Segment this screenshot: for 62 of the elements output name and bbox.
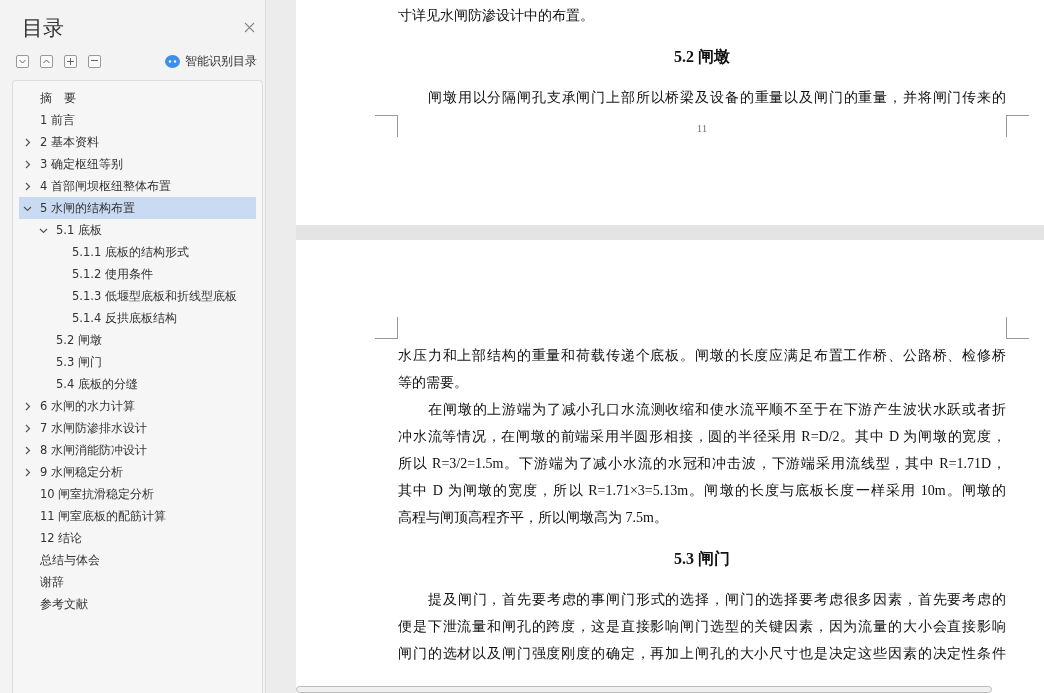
toc-item[interactable]: 1 前言 [19, 109, 256, 131]
chevron-right-icon[interactable] [23, 423, 32, 433]
toc-item[interactable]: 谢辞 [19, 571, 256, 593]
margin-corner-mark [375, 115, 398, 137]
toc-item[interactable]: 9 水闸稳定分析 [19, 461, 256, 483]
page-number: 11 [696, 122, 708, 134]
paragraph-line: 等的需要。 [398, 374, 469, 392]
margin-corner-mark [1006, 317, 1029, 339]
chevron-right-icon[interactable] [23, 445, 32, 455]
paragraph-line: 闸门的选材以及闸门强度刚度的确定，再加上闸孔的大小尺寸也是决定这些因素的决定性条件 [398, 645, 1006, 663]
toc-item[interactable]: 参考文献 [19, 593, 256, 615]
smart-toc-button[interactable]: 智能识别目录 [165, 52, 257, 70]
toc-item[interactable]: 11 闸室底板的配筋计算 [19, 505, 256, 527]
paragraph-line: 在闸墩的上游端为了减小孔口水流测收缩和使水流平顺不至于在下游产生波状水跃或者折 [427, 401, 1006, 419]
toc-item[interactable]: 5.1.1 底板的结构形式 [19, 241, 256, 263]
toc-item[interactable]: 5.3 闸门 [19, 351, 256, 373]
toc-item[interactable]: 5.1.3 低堰型底板和折线型底板 [19, 285, 256, 307]
robot-icon [165, 54, 180, 68]
toc-item[interactable]: 5.1 底板 [19, 219, 256, 241]
paragraph-line: 寸详见水闸防渗设计中的布置。 [398, 7, 595, 25]
toc-item[interactable]: 5.2 闸墩 [19, 329, 256, 351]
add-button[interactable] [64, 54, 77, 68]
chevron-right-icon[interactable] [23, 401, 32, 411]
remove-button[interactable] [88, 54, 101, 68]
toc-item[interactable]: 5 水闸的结构布置 [19, 197, 256, 219]
paragraph-line: 所以 R=3/2=1.5m。下游端为了减小水流的水冠和冲击波，下游端采用流线型，其中 R=1.71D， [398, 455, 1006, 473]
paragraph-line: 高程与闸顶高程齐平，所以闸墩高为 7.5m。 [398, 509, 669, 527]
toc-item[interactable]: 总结与体会 [19, 549, 256, 571]
horizontal-scrollbar[interactable] [296, 686, 992, 693]
chevron-right-icon[interactable] [23, 159, 32, 169]
paragraph-line: 冲水流等情况，在闸墩的前端采用半圆形相接，圆的半径采用 R=D/2。其中 D 为闸墩的宽度， [398, 428, 1006, 446]
paragraph-line: 水压力和上部结构的重量和荷载传递个底板。闸墩的长度应满足布置工作桥、公路桥、检修桥 [398, 347, 1006, 365]
toc-item[interactable]: 2 基本资料 [19, 131, 256, 153]
section-heading: 5.3 闸门 [673, 549, 731, 569]
collapse-all-button[interactable] [40, 54, 53, 68]
expand-all-button[interactable] [16, 54, 29, 68]
chevron-right-icon[interactable] [23, 467, 32, 477]
toc-item[interactable]: 5.1.2 使用条件 [19, 263, 256, 285]
toc-item[interactable]: 6 水闸的水力计算 [19, 395, 256, 417]
chevron-right-icon[interactable] [23, 181, 32, 191]
toc-item[interactable]: 10 闸室抗滑稳定分析 [19, 483, 256, 505]
close-icon [244, 22, 255, 33]
chevron-down-icon [19, 58, 26, 64]
toc-item[interactable]: 4 首部闸坝枢纽整体布置 [19, 175, 256, 197]
toc-item[interactable]: 8 水闸消能防冲设计 [19, 439, 256, 461]
plus-icon [67, 57, 74, 65]
margin-corner-mark [375, 317, 398, 339]
toc-item[interactable]: 12 结论 [19, 527, 256, 549]
chevron-up-icon [43, 58, 50, 64]
paragraph-line: 便是下泄流量和闸孔的跨度，这是直接影响闸门选型的关键因素，因为流量的大小会直接影响 [398, 618, 1006, 636]
toc-item[interactable]: 5.4 底板的分缝 [19, 373, 256, 395]
toc-item[interactable]: 摘 要 [19, 87, 256, 109]
section-heading: 5.2 闸墩 [673, 47, 731, 67]
paragraph-line: 提及闸门，首先要考虑的事闸门形式的选择，闸门的选择要考虑很多因素，首先要考虑的 [427, 591, 1006, 609]
paragraph-line: 闸墩用以分隔闸孔支承闸门上部所以桥梁及设备的重量以及闸门的重量，并将闸门传来的 [427, 89, 1006, 107]
toc-item[interactable]: 5.1.4 反拱底板结构 [19, 307, 256, 329]
panel-title: 目录 [22, 15, 64, 42]
margin-corner-mark [1006, 115, 1029, 137]
paragraph-line: 其中 D 为闸墩的宽度，所以 R=1.71×3=5.13m。闸墩的长度与底板长度一样采用 10m。闸墩的 [398, 482, 1006, 500]
toc-item[interactable]: 3 确定枢纽等别 [19, 153, 256, 175]
toc-item[interactable]: 7 水闸防渗排水设计 [19, 417, 256, 439]
chevron-right-icon[interactable] [23, 137, 32, 147]
